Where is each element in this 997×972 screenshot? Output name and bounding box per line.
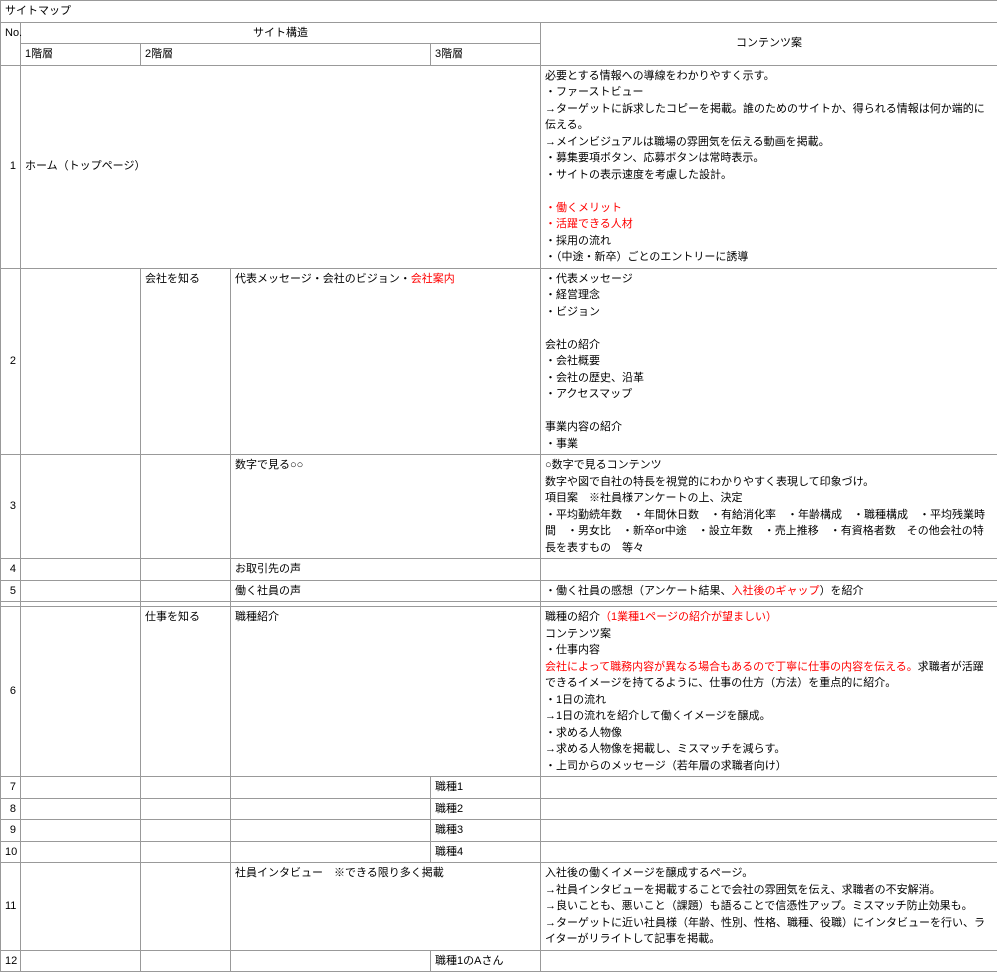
row-content [541,777,997,799]
row-lv1: ホーム（トップページ） [21,65,541,268]
row-content [541,820,997,842]
row-no: 5 [1,580,21,602]
row-content [541,950,997,972]
row-lv1 [21,455,141,559]
row-lv2b: 働く社員の声 [231,580,541,602]
header-lv2: 2階層 [141,44,431,66]
row-content [541,559,997,581]
row-content: 必要とする情報への導線をわかりやすく示す。 ・ファーストビュー →ターゲットに訴… [541,65,997,268]
row-content: ○数字で見るコンテンツ 数字や図で自社の特長を視覚的にわかりやすく表現して印象づ… [541,455,997,559]
content-red: 入社後のギャップ [732,585,820,597]
row-lv1 [21,841,141,863]
row-lv2 [141,559,231,581]
header-lv1: 1階層 [21,44,141,66]
row-lv1 [21,580,141,602]
content-red: ・働くメリット ・活躍できる人材 [545,202,633,231]
row-lv2b: 社員インタビュー ※できる限り多く掲載 [231,863,541,951]
row-lv2 [141,820,231,842]
row-lv2b: 代表メッセージ・会社のビジョン・会社案内 [231,268,541,455]
row-lv1 [21,950,141,972]
row-lv2b: お取引先の声 [231,559,541,581]
header-structure: サイト構造 [21,22,541,44]
content-text: コンテンツ案 ・仕事内容 [545,628,611,657]
row-no: 9 [1,820,21,842]
row-lv3: 職種1 [431,777,541,799]
row-lv1 [21,268,141,455]
row-lv2b [231,841,431,863]
page-title: サイトマップ [1,1,997,23]
content-text: 求職者が活躍できるイメージを持てるように、仕事の仕方（方法）を重点的に紹介。 ・… [545,661,984,772]
row-content: ・働く社員の感想（アンケート結果、入社後のギャップ）を紹介 [541,580,997,602]
row-lv2 [141,863,231,951]
row-content [541,798,997,820]
row-lv1 [21,820,141,842]
lv2b-text: 代表メッセージ・会社のビジョン・ [235,273,411,285]
sitemap-table: サイトマップ No. サイト構造 コンテンツ案 1階層 2階層 3階層 1 ホー… [0,0,997,972]
row-lv2 [141,950,231,972]
row-content [541,841,997,863]
row-lv2b [231,777,431,799]
row-no: 8 [1,798,21,820]
header-no: No. [1,22,21,65]
row-lv3: 職種4 [431,841,541,863]
row-lv2b [231,820,431,842]
row-lv3: 職種1のAさん [431,950,541,972]
row-lv1 [21,798,141,820]
row-lv2: 会社を知る [141,268,231,455]
row-lv3: 職種2 [431,798,541,820]
row-no: 10 [1,841,21,863]
row-lv2 [141,798,231,820]
row-lv1 [21,559,141,581]
header-content: コンテンツ案 [541,22,997,65]
row-lv2 [141,777,231,799]
row-content: 入社後の働くイメージを醸成するページ。 →社員インタビューを掲載することで会社の… [541,863,997,951]
row-content: ・代表メッセージ ・経営理念 ・ビジョン 会社の紹介 ・会社概要 ・会社の歴史、… [541,268,997,455]
content-text: 必要とする情報への導線をわかりやすく示す。 ・ファーストビュー →ターゲットに訴… [545,70,985,181]
row-lv2 [141,580,231,602]
content-red: （1業種1ページの紹介が望ましい） [600,611,777,623]
row-no: 3 [1,455,21,559]
row-lv2b [231,798,431,820]
row-lv2b [231,950,431,972]
content-text: ）を紹介 [820,585,864,597]
content-text: ・採用の流れ ・（中途・新卒）ごとのエントリーに誘導 [545,235,748,264]
row-no: 1 [1,65,21,268]
content-red: 会社によって職務内容が異なる場合もあるので丁寧に仕事の内容を伝える。 [545,661,918,673]
content-text: ・働く社員の感想（アンケート結果、 [545,585,732,597]
row-no: 2 [1,268,21,455]
row-lv1 [21,863,141,951]
row-lv2b: 数字で見る○○ [231,455,541,559]
row-no: 7 [1,777,21,799]
row-no: 12 [1,950,21,972]
row-lv2 [141,455,231,559]
row-lv3: 職種3 [431,820,541,842]
lv2b-red: 会社案内 [411,273,455,285]
row-no: 4 [1,559,21,581]
row-no: 11 [1,863,21,951]
header-lv3: 3階層 [431,44,541,66]
row-lv1 [21,777,141,799]
content-text: 職種の紹介 [545,611,600,623]
row-lv2 [141,841,231,863]
